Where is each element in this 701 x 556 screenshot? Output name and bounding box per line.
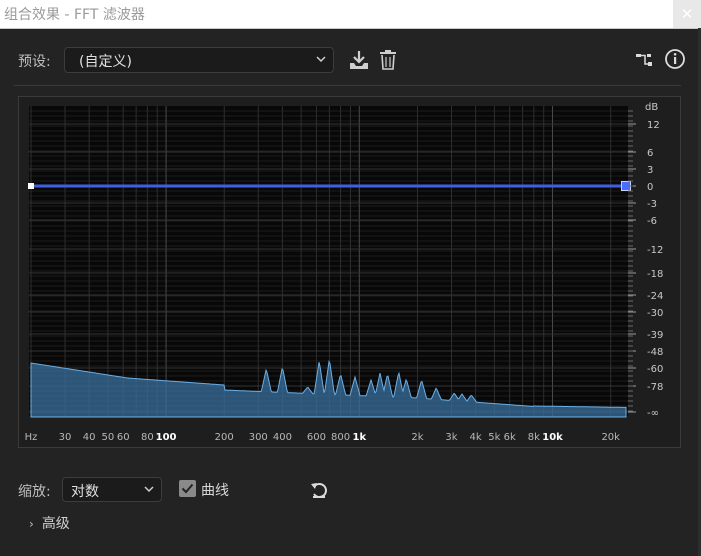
preset-dropdown[interactable]: (自定义) bbox=[64, 47, 334, 73]
freq-tick-label: 50 bbox=[102, 432, 115, 443]
freq-tick-label: 4k bbox=[470, 432, 482, 443]
chevron-down-icon bbox=[316, 56, 326, 63]
trash-icon[interactable] bbox=[378, 49, 398, 71]
freq-tick-label: 2k bbox=[411, 432, 423, 443]
window-title: 组合效果 - FFT 滤波器 bbox=[4, 7, 145, 23]
freq-tick-label: 80 bbox=[141, 432, 154, 443]
db-tick-label: -39 bbox=[647, 330, 663, 341]
chevron-right-icon: › bbox=[29, 517, 34, 531]
db-tick-label: -3 bbox=[647, 199, 657, 210]
db-tick-label: -60 bbox=[647, 364, 663, 375]
db-tick-label: 3 bbox=[647, 165, 653, 176]
db-tick-label: -∞ bbox=[647, 408, 659, 419]
freq-tick-label: 40 bbox=[83, 432, 96, 443]
advanced-section-toggle[interactable]: › 高级 bbox=[29, 513, 70, 533]
freq-tick-label: 1k bbox=[352, 432, 366, 443]
title-bar: 组合效果 - FFT 滤波器 ✕ bbox=[0, 0, 701, 29]
frequency-axis: Hz 30 40 50 60 80 100 200 300 400 600 800 1k 2k 3k 4k 5k… bbox=[25, 432, 621, 443]
freq-tick-label: 10k bbox=[542, 432, 563, 443]
freq-tick-label: 200 bbox=[215, 432, 234, 443]
db-tick-label: -18 bbox=[647, 269, 663, 280]
db-tick-label: -12 bbox=[647, 245, 663, 256]
routing-icon[interactable] bbox=[634, 50, 654, 70]
db-tick-label: -24 bbox=[647, 291, 663, 302]
curve-checkbox[interactable] bbox=[179, 480, 196, 497]
fft-graph[interactable]: 12630-3-6-12-18-24-30-39-48-60-78-∞ Hz 30… bbox=[19, 97, 682, 449]
freq-tick-label: 3k bbox=[445, 432, 457, 443]
checkmark-icon bbox=[181, 483, 194, 494]
db-tick-label: -48 bbox=[647, 347, 663, 358]
freq-tick-label: Hz bbox=[25, 432, 38, 443]
db-unit-label: dB bbox=[645, 102, 658, 113]
freq-tick-label: 20k bbox=[601, 432, 620, 443]
freq-tick-label: 60 bbox=[117, 432, 130, 443]
freq-tick-label: 5k bbox=[488, 432, 500, 443]
scale-label: 缩放: bbox=[18, 484, 51, 500]
preset-label: 预设: bbox=[18, 54, 51, 70]
reset-icon[interactable] bbox=[309, 480, 329, 500]
db-axis: 12 6 3 0 -3 -6 -12 -18 -24 -30 -39 -48 -60 -78 -∞ bbox=[628, 110, 663, 419]
scale-value: 对数 bbox=[71, 484, 99, 500]
freq-tick-label: 400 bbox=[273, 432, 292, 443]
freq-tick-label: 100 bbox=[156, 432, 177, 443]
fft-graph-panel: 12 6 3 0 -3 -6 -12 -18 -24 -30 -39 -48 -60 -78 -∞ Hz 30… bbox=[18, 96, 681, 448]
freq-tick-label: 600 bbox=[307, 432, 326, 443]
curve-label: 曲线 bbox=[201, 483, 229, 499]
db-tick-label: -6 bbox=[647, 216, 657, 227]
close-button[interactable]: ✕ bbox=[673, 0, 701, 28]
db-tick-label: 0 bbox=[647, 182, 653, 193]
preset-value: (自定义) bbox=[79, 54, 132, 70]
curve-point-left[interactable] bbox=[28, 183, 34, 189]
freq-tick-label: 30 bbox=[59, 432, 72, 443]
advanced-label: 高级 bbox=[41, 516, 70, 532]
chevron-down-icon bbox=[144, 486, 154, 493]
db-tick-label: -78 bbox=[647, 382, 663, 393]
scale-dropdown[interactable]: 对数 bbox=[62, 477, 162, 502]
db-tick-label: 6 bbox=[647, 148, 653, 159]
db-tick-label: -30 bbox=[647, 308, 663, 319]
freq-tick-label: 8k bbox=[528, 432, 540, 443]
info-icon[interactable] bbox=[664, 48, 686, 70]
freq-tick-label: 6k bbox=[504, 432, 516, 443]
freq-tick-label: 800 bbox=[331, 432, 350, 443]
db-tick-label: 12 bbox=[647, 120, 660, 131]
divider bbox=[14, 85, 681, 86]
download-preset-icon[interactable] bbox=[347, 49, 371, 71]
freq-tick-label: 300 bbox=[249, 432, 268, 443]
